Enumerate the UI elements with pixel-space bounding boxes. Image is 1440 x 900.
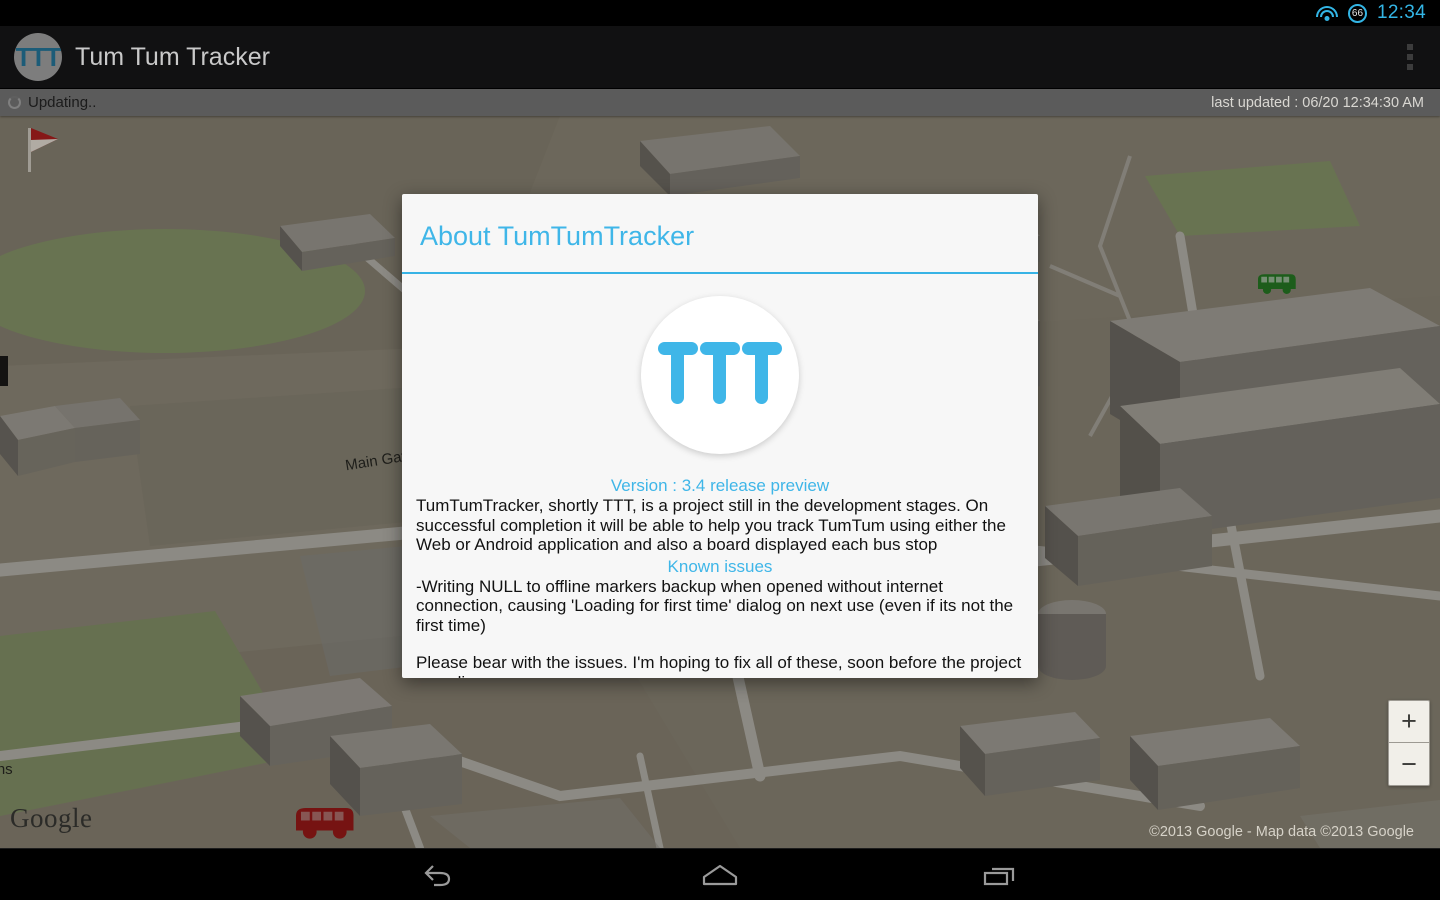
dialog-title-divider (402, 272, 1038, 274)
home-icon[interactable] (685, 855, 755, 895)
status-sub-header: Updating.. last updated : 06/20 12:34:30… (0, 89, 1440, 116)
dialog-description-text: TumTumTracker, shortly TTT, is a project… (416, 496, 1006, 554)
dialog-logo-wrap (416, 296, 1024, 454)
ttt-logo-svg (658, 342, 782, 404)
google-logo: Google (10, 803, 93, 833)
home-icon-svg (702, 864, 738, 885)
dialog-title: About TumTumTracker (420, 221, 695, 251)
status-bar-clock: 12:34 (1376, 2, 1426, 23)
map-label-lawns: wns (0, 761, 13, 778)
loading-spinner-icon (8, 96, 21, 109)
updating-status-text: Updating.. (28, 94, 97, 111)
dialog-version-text: Version : 3.4 release preview (610, 476, 830, 495)
map-zoom-controls[interactable]: + − (1388, 700, 1430, 786)
dialog-known-issues-text: -Writing NULL to offline markers backup … (416, 576, 1014, 635)
zoom-out-button[interactable]: − (1389, 743, 1429, 785)
recents-icon[interactable] (965, 855, 1035, 895)
navigation-bar (0, 848, 1440, 900)
wifi-icon (1315, 5, 1338, 21)
dialog-spacer (416, 635, 1024, 653)
zoom-in-button[interactable]: + (1389, 701, 1429, 743)
back-icon-svg (424, 864, 451, 886)
app-logo-text: TTT (15, 41, 62, 72)
map-attribution: ©2013 Google - Map data ©2013 Google (1149, 824, 1414, 840)
action-bar: TTT Tum Tum Tracker (0, 26, 1440, 89)
last-updated-text: last updated : 06/20 12:34:30 AM (1211, 94, 1424, 111)
dialog-known-issues-heading: Known issues (667, 556, 773, 576)
recents-icon-svg (983, 867, 1015, 885)
app-title: Tum Tum Tracker (75, 42, 270, 71)
dialog-closing-text: Please bear with the issues. I'm hoping … (416, 653, 1022, 678)
overflow-menu-icon[interactable] (1394, 39, 1426, 75)
android-screen: Main Gate wns Google ©2013 Google - Map … (0, 0, 1440, 900)
app-logo-icon[interactable]: TTT (14, 33, 62, 81)
back-icon[interactable] (405, 855, 475, 895)
status-bar: 66 12:34 (0, 0, 1440, 26)
dialog-body: Version : 3.4 release preview TumTumTrac… (402, 296, 1038, 678)
about-dialog: About TumTumTracker Version: 3.4 releas… (402, 194, 1038, 678)
updating-status-group: Updating.. (8, 94, 96, 111)
ttt-logo-icon (641, 296, 799, 454)
battery-icon: 66 (1347, 3, 1367, 23)
